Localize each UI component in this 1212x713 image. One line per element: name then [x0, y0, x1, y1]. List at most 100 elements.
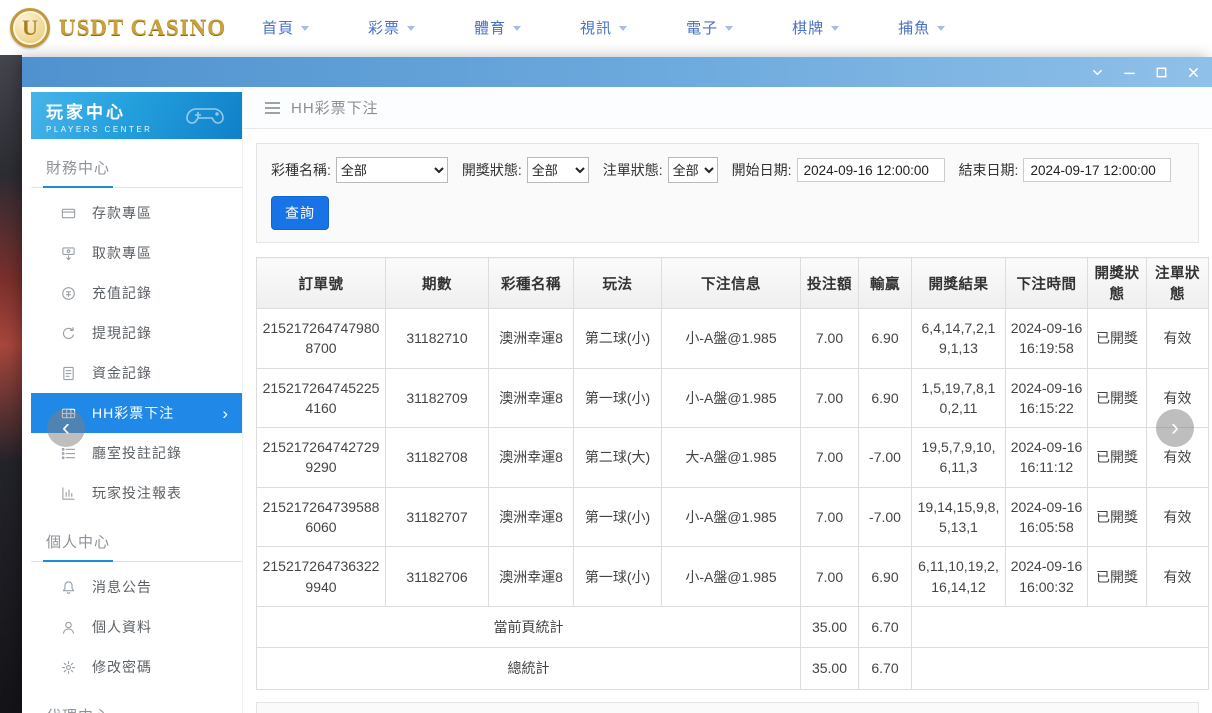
table-row: 215217264745225416031182709澳洲幸運8第一球(小)小-… — [257, 368, 1209, 428]
query-button[interactable]: 查詢 — [271, 196, 329, 230]
carousel-prev-button[interactable]: ‹ — [47, 409, 85, 447]
window-collapse-button[interactable] — [1091, 66, 1104, 79]
end-date-label: 結束日期: — [959, 160, 1019, 180]
table-cell: 6,11,10,19,2,16,14,12 — [912, 547, 1006, 607]
sidebar-section-heading: 財務中心 — [31, 152, 242, 188]
table-cell: 31182707 — [386, 487, 489, 547]
sidebar-item-label: 修改密碼 — [92, 657, 152, 677]
sidebar-menu: 存款專區取款專區充值記錄提現記錄資金記錄HH彩票下注›廳室投註記錄玩家投注報表 — [31, 193, 242, 513]
sidebar-item-user[interactable]: 個人資料 — [31, 607, 242, 647]
end-date-input[interactable] — [1023, 158, 1171, 182]
table-cell: 6.90 — [859, 309, 912, 369]
nav-item-5[interactable]: 電子 — [686, 17, 733, 38]
table-header-row: 訂單號期數彩種名稱玩法下注信息投注額輸贏開獎結果下注時間開獎狀態注單狀態 — [257, 258, 1209, 309]
table-cell: 已開獎 — [1088, 547, 1147, 607]
report-icon — [61, 486, 76, 501]
summary-winloss-total: 6.70 — [859, 648, 912, 689]
sidebar-section-heading: 個人中心 — [31, 526, 242, 562]
nav-item-label: 視訊 — [580, 17, 612, 38]
deposit-icon — [61, 206, 76, 221]
table-row: 215217264739588606031182707澳洲幸運8第一球(小)小-… — [257, 487, 1209, 547]
main-nav: 首頁 彩票 體育 視訊 電子 棋牌 捕魚 — [262, 17, 945, 38]
sidebar: 玩家中心 PLAYERS CENTER 財務中心存款專區取款專區充值記錄提現記錄… — [31, 87, 242, 713]
summary-row: 當前頁統計35.006.70 — [257, 606, 1209, 647]
recharge-icon — [61, 286, 76, 301]
nav-item-3[interactable]: 體育 — [474, 17, 521, 38]
table-cell: 31182706 — [386, 547, 489, 607]
bell-icon — [61, 580, 76, 595]
draw-status-select[interactable]: 全部 — [527, 157, 589, 183]
nav-item-4[interactable]: 視訊 — [580, 17, 627, 38]
filter-row: 彩種名稱: 全部 開獎狀態: 全部 注單狀態: 全部 開始日期: 結束日期: — [271, 157, 1184, 183]
carousel-next-button[interactable]: › — [1156, 409, 1194, 447]
sidebar-item-recharge[interactable]: 充值記錄 — [31, 273, 242, 313]
column-header-11: 注單狀態 — [1147, 258, 1209, 309]
table-cell: -7.00 — [859, 487, 912, 547]
table-cell: 6,4,14,7,2,19,1,13 — [912, 309, 1006, 369]
column-header-4: 玩法 — [574, 258, 662, 309]
bets-table: 訂單號期數彩種名稱玩法下注信息投注額輸贏開獎結果下注時間開獎狀態注單狀態 215… — [256, 257, 1209, 690]
sidebar-item-label: HH彩票下注 — [92, 403, 174, 423]
maximize-icon — [1155, 66, 1168, 79]
nav-item-label: 首頁 — [262, 17, 294, 38]
nav-item-7[interactable]: 捕魚 — [898, 17, 945, 38]
lottery-select[interactable]: 全部 — [336, 157, 448, 183]
sidebar-title: 玩家中心 — [46, 98, 152, 123]
sidebar-subtitle: PLAYERS CENTER — [46, 125, 152, 134]
chevron-down-icon — [513, 26, 521, 31]
sidebar-item-bell[interactable]: 消息公告 — [31, 567, 242, 607]
nav-item-label: 棋牌 — [792, 17, 824, 38]
table-cell: 已開獎 — [1088, 428, 1147, 488]
window-minimize-button[interactable] — [1123, 66, 1136, 79]
summary-empty — [912, 606, 1209, 647]
window-titlebar[interactable] — [22, 57, 1212, 87]
table-cell: 澳洲幸運8 — [489, 368, 574, 428]
logo[interactable]: U USDT CASINO — [10, 8, 242, 48]
nav-item-label: 電子 — [686, 17, 718, 38]
table-cell: 2024-09-16 16:15:22 — [1006, 368, 1088, 428]
players-center-window: 玩家中心 PLAYERS CENTER 財務中心存款專區取款專區充值記錄提現記錄… — [22, 57, 1212, 713]
chevron-down-icon — [301, 26, 309, 31]
summary-label: 總統計 — [257, 648, 801, 689]
nav-item-1[interactable]: 首頁 — [262, 17, 309, 38]
chevron-down-icon — [831, 26, 839, 31]
window-close-button[interactable] — [1187, 66, 1200, 79]
nav-item-6[interactable]: 棋牌 — [792, 17, 839, 38]
window-controls — [1091, 66, 1200, 79]
table-cell: 有效 — [1147, 487, 1209, 547]
table-cell: 小-A盤@1.985 — [662, 547, 801, 607]
window-maximize-button[interactable] — [1155, 66, 1168, 79]
table-cell: 31182709 — [386, 368, 489, 428]
sidebar-section-heading-label: 個人中心 — [43, 526, 113, 562]
minimize-icon — [1123, 66, 1136, 79]
page-header: HH彩票下注 — [243, 87, 1212, 129]
sidebar-section-heading-label: 代理中心 — [43, 700, 113, 713]
table-cell: 2024-09-16 16:19:58 — [1006, 309, 1088, 369]
cashout-icon — [61, 326, 76, 341]
start-date-input[interactable] — [797, 158, 945, 182]
sidebar-menu: 消息公告個人資料修改密碼 — [31, 567, 242, 687]
sidebar-item-label: 充值記錄 — [92, 283, 152, 303]
room-record-icon — [61, 446, 76, 461]
table-cell: 澳洲幸運8 — [489, 547, 574, 607]
table-cell: 2152172647363229940 — [257, 547, 386, 607]
sidebar-item-report[interactable]: 玩家投注報表 — [31, 473, 242, 513]
menu-toggle-icon[interactable] — [265, 102, 280, 114]
sidebar-item-cashout[interactable]: 提現記錄 — [31, 313, 242, 353]
table-cell: 澳洲幸運8 — [489, 309, 574, 369]
column-header-8: 開獎結果 — [912, 258, 1006, 309]
sidebar-item-gear[interactable]: 修改密碼 — [31, 647, 242, 687]
nav-item-label: 捕魚 — [898, 17, 930, 38]
sidebar-item-deposit[interactable]: 存款專區 — [31, 193, 242, 233]
table-body: 215217264747980870031182710澳洲幸運8第二球(小)小-… — [257, 309, 1209, 690]
sidebar-item-withdraw[interactable]: 取款專區 — [31, 233, 242, 273]
table-cell: 2152172647479808700 — [257, 309, 386, 369]
summary-bet-total: 35.00 — [801, 648, 859, 689]
sidebar-item-funds[interactable]: 資金記錄 — [31, 353, 242, 393]
table-cell: 2024-09-16 16:00:32 — [1006, 547, 1088, 607]
filter-panel: 彩種名稱: 全部 開獎狀態: 全部 注單狀態: 全部 開始日期: 結束日期: — [256, 143, 1199, 243]
brand-emblem-icon: U — [10, 8, 50, 48]
order-status-select[interactable]: 全部 — [668, 157, 718, 183]
table-cell: 澳洲幸運8 — [489, 487, 574, 547]
nav-item-2[interactable]: 彩票 — [368, 17, 415, 38]
